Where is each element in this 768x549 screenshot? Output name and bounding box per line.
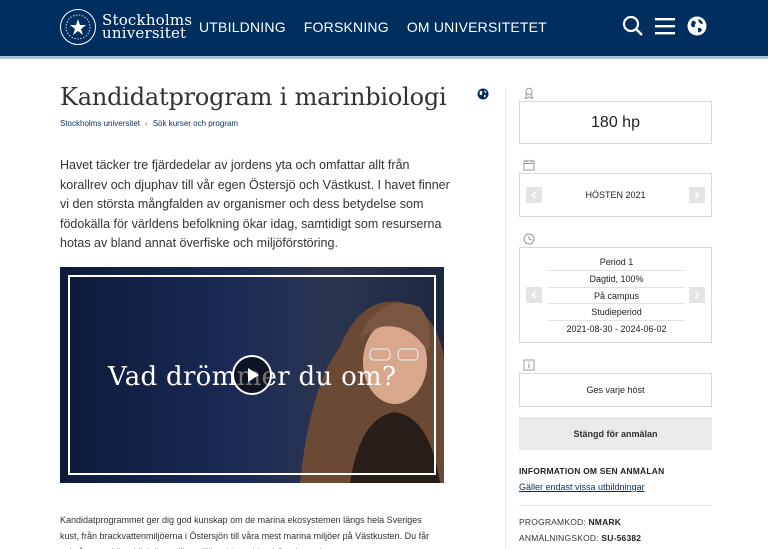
header-actions: [622, 14, 708, 38]
period-selector: Period 1 Dagtid, 100% På campus Studiepe…: [519, 247, 712, 343]
period-next-button[interactable]: [689, 287, 705, 303]
program-code-label: PROGRAMKOD:: [519, 517, 586, 527]
chevron-left-icon: [531, 291, 537, 299]
term-next-button[interactable]: [689, 187, 705, 203]
term-selector: HÖSTEN 2021: [519, 173, 712, 217]
sidebar-divider: [505, 88, 506, 549]
play-icon: [248, 368, 259, 382]
period-name: Period 1: [548, 254, 685, 271]
chevron-left-icon: ‹: [145, 119, 148, 128]
nav-om-universitetet[interactable]: OM UNIVERSITETET: [407, 19, 547, 35]
chevron-right-icon: [694, 291, 700, 299]
play-button[interactable]: [232, 355, 272, 395]
late-application-heading: INFORMATION OM SEN ANMÄLAN: [519, 466, 665, 476]
clock-icon: [523, 232, 535, 245]
seal-icon: [60, 9, 96, 45]
logo-line-2: universitet: [102, 24, 187, 42]
page-title: Kandidatprogram i marinbiologi: [60, 83, 447, 111]
nav-forskning[interactable]: FORSKNING: [304, 19, 389, 35]
award-icon: [523, 86, 535, 100]
admission-box: Ges varje höst: [519, 373, 712, 407]
application-code-label: ANMÄLNINGSKOD:: [519, 533, 599, 543]
nav-utbildning[interactable]: UTBILDNING: [199, 19, 286, 35]
term-label: HÖSTEN 2021: [585, 190, 646, 200]
period-dates: 2021-08-30 - 2024-06-02: [566, 324, 667, 335]
period-details: Period 1 Dagtid, 100% På campus Studiepe…: [548, 254, 685, 338]
header-divider: [0, 56, 768, 59]
search-icon[interactable]: [622, 14, 644, 38]
period-prev-button[interactable]: [526, 287, 542, 303]
logo-text: Stockholms universitet: [102, 13, 192, 42]
language-globe-icon[interactable]: [477, 87, 489, 100]
main-nav: UTBILDNING FORSKNING OM UNIVERSITETET: [199, 19, 547, 35]
period-location: På campus: [548, 288, 685, 305]
info-icon: [523, 358, 535, 371]
menu-icon[interactable]: [654, 14, 676, 38]
globe-icon[interactable]: [686, 14, 708, 38]
body-paragraph: Kandidatprogrammet ger dig god kunskap o…: [60, 515, 430, 549]
late-application-link[interactable]: Gäller endast vissa utbildningar: [519, 482, 645, 492]
program-code-value: NMARK: [588, 517, 622, 527]
credits-box: 180 hp: [519, 101, 712, 144]
program-code: PROGRAMKOD: NMARK: [519, 517, 621, 527]
calendar-icon: [523, 158, 535, 171]
breadcrumb-item-search[interactable]: Sök kurser och program: [153, 119, 238, 128]
term-prev-button[interactable]: [526, 187, 542, 203]
period-pace: Dagtid, 100%: [548, 271, 685, 288]
breadcrumb: Stockholms universitet ‹ Sök kurser och …: [60, 119, 238, 128]
application-code: ANMÄLNINGSKOD: SU-56382: [519, 533, 641, 543]
chevron-right-icon: [694, 191, 700, 199]
intro-paragraph: Havet täcker tre fjärdedelar av jordens …: [60, 158, 450, 250]
application-closed-button[interactable]: Stängd för anmälan: [519, 417, 712, 450]
chevron-left-icon: [531, 191, 537, 199]
period-label: Studieperiod: [548, 304, 685, 322]
sidebar-hr: [519, 505, 712, 506]
application-code-value: SU-56382: [601, 533, 642, 543]
university-logo[interactable]: Stockholms universitet: [60, 9, 192, 45]
breadcrumb-item-home[interactable]: Stockholms universitet: [60, 119, 140, 128]
top-navigation-bar: Stockholms universitet UTBILDNING FORSKN…: [0, 0, 768, 56]
